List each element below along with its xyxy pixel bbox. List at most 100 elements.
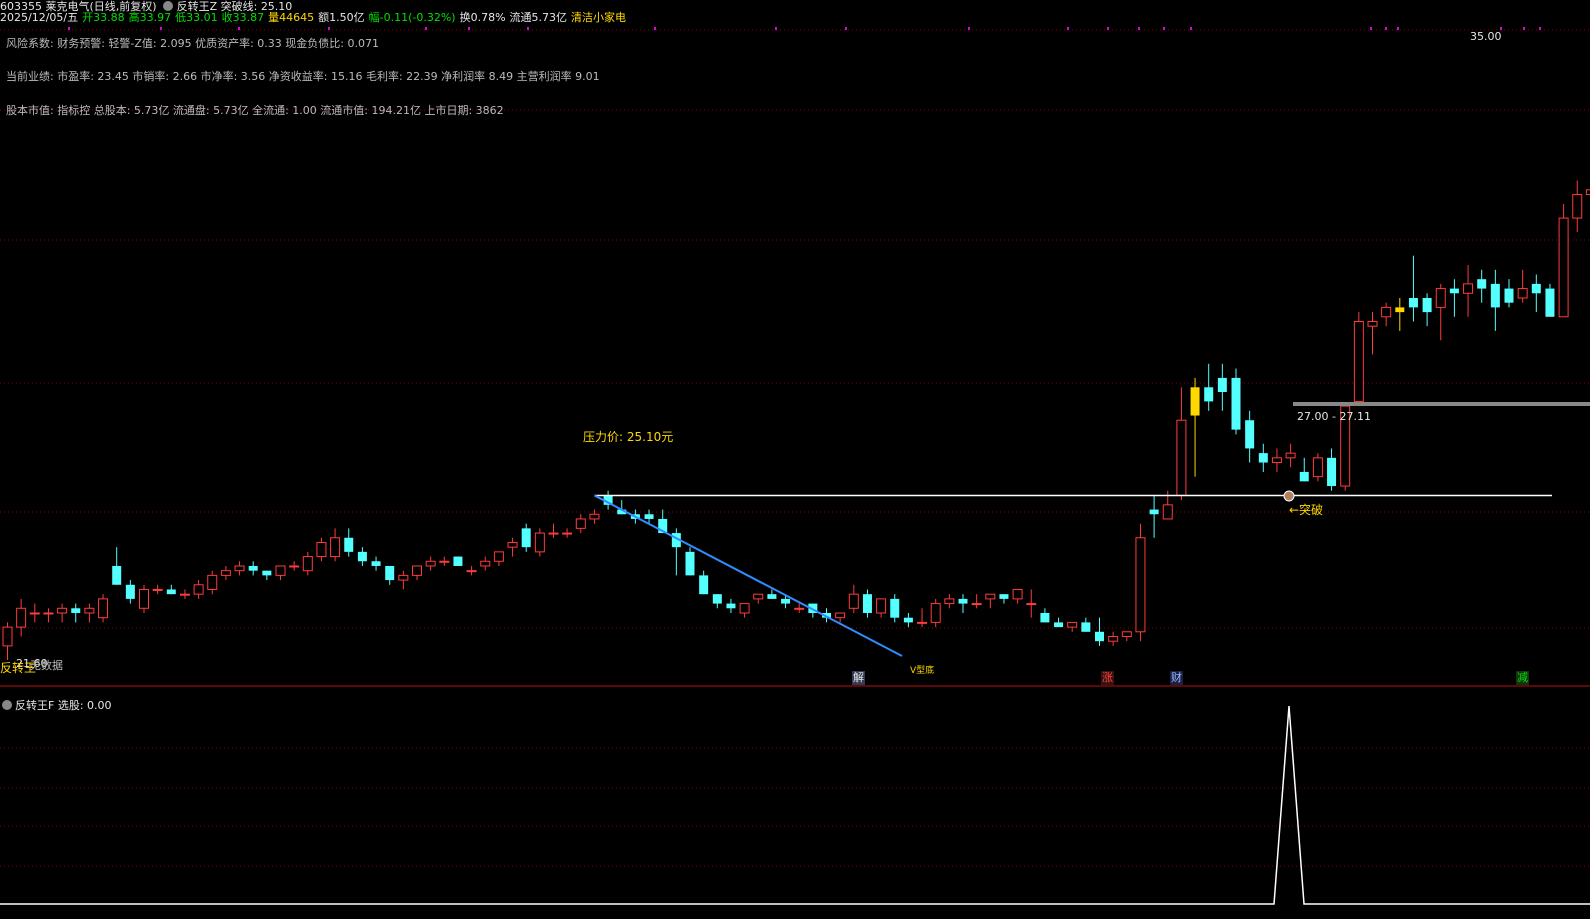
candle-body	[1081, 622, 1091, 632]
candle-body	[1271, 457, 1282, 464]
candle-body	[493, 551, 504, 562]
candle-body	[890, 598, 900, 618]
candle-body	[1312, 457, 1323, 478]
candle-body	[425, 560, 436, 567]
event-dot	[845, 27, 847, 30]
candle-body	[1545, 288, 1555, 317]
quote-float: 流通5.73亿	[509, 11, 568, 24]
candle-body	[876, 598, 887, 614]
strategy-label: 反转王	[0, 661, 37, 675]
candle-body	[480, 560, 491, 567]
candle-body	[971, 603, 982, 606]
event-dot	[1138, 27, 1140, 30]
candle-body	[1258, 453, 1268, 463]
info-capital: 股本市值: 指标控 总股本: 5.73亿 流通盘: 5.73亿 全流通: 1.0…	[6, 104, 504, 117]
candle-body	[944, 598, 955, 605]
candle-body	[316, 541, 327, 558]
candle-body	[794, 607, 805, 610]
candle-body	[1408, 297, 1418, 308]
indicator-title: 反转王F	[15, 699, 55, 712]
event-dot	[1067, 27, 1069, 30]
breakout-range-label: 27.00 - 27.11	[1297, 410, 1371, 423]
candle-body	[57, 607, 68, 614]
event-dot	[527, 27, 529, 30]
candle-body	[999, 594, 1009, 599]
event-marker-jian[interactable]: 减	[1516, 671, 1529, 685]
candle-body	[1504, 288, 1514, 303]
indicator-dropdown-icon[interactable]	[162, 1, 173, 11]
event-dot	[1385, 27, 1387, 30]
candle-body	[398, 574, 409, 581]
quote-date: 2025/12/05/五	[0, 11, 79, 24]
quote-high: 高33.97	[128, 11, 172, 24]
candle-body	[1531, 283, 1541, 294]
candle-body	[1285, 452, 1296, 459]
candle-body	[1121, 631, 1132, 637]
candle-body	[179, 593, 190, 596]
event-dot	[1163, 27, 1165, 30]
candle-body	[917, 621, 928, 624]
trend-line	[593, 494, 903, 657]
candle-body	[1517, 288, 1528, 299]
event-dot	[968, 27, 970, 30]
candle-body	[1572, 194, 1583, 219]
candle-body	[357, 551, 367, 562]
candle-body	[262, 570, 272, 576]
candle-body	[644, 514, 654, 519]
candle-body	[220, 570, 231, 576]
v-bottom-label: V型底	[910, 666, 935, 676]
indicator-panel-header: 反转王F 选股: 0.00	[0, 697, 112, 713]
candle-body	[1395, 307, 1405, 313]
event-dot	[1397, 27, 1399, 30]
candle-body	[903, 617, 913, 623]
candle-body	[1190, 387, 1200, 416]
candle-body	[466, 570, 477, 573]
indicator-toggle-icon[interactable]	[2, 700, 12, 710]
breakout-point-icon	[1283, 490, 1295, 502]
candle-body	[29, 612, 40, 615]
candle-body	[1422, 297, 1432, 313]
candle-body	[739, 603, 750, 614]
quote-open: 开33.88	[82, 11, 125, 24]
candle-body	[1477, 279, 1487, 289]
candle-body	[534, 532, 545, 553]
candle-body	[1435, 288, 1446, 308]
event-dot	[1190, 27, 1192, 30]
chart-overlay	[593, 402, 1590, 657]
candle-body	[1231, 377, 1241, 430]
candle-body	[575, 518, 586, 529]
candle-body	[1353, 320, 1364, 402]
kline-chart[interactable]	[0, 0, 1590, 919]
candle-body	[289, 565, 300, 568]
chart-grid	[0, 27, 1590, 867]
candle-body	[985, 593, 996, 600]
indicator-panel-chart	[0, 705, 1590, 905]
event-dot	[68, 27, 70, 30]
candle-body	[371, 561, 381, 566]
event-dot	[468, 27, 470, 30]
event-marker-zhang[interactable]: 涨	[1101, 671, 1114, 685]
candle-body	[848, 593, 859, 609]
candle-body	[1149, 509, 1159, 515]
event-marker-cai[interactable]: 财	[1170, 671, 1183, 685]
candle-body	[234, 565, 245, 572]
event-dot	[238, 27, 240, 30]
quote-amount: 额1.50亿	[318, 11, 365, 24]
event-dot	[1107, 27, 1109, 30]
candle-body	[412, 565, 422, 576]
candle-body	[207, 574, 218, 590]
candle-body	[275, 565, 286, 576]
candle-body	[439, 560, 450, 563]
event-marker-jie[interactable]: 解	[852, 671, 865, 685]
candle-body	[1095, 631, 1104, 642]
candle-body	[1449, 288, 1459, 294]
event-dot	[328, 27, 330, 30]
candle-body	[507, 541, 518, 548]
candle-body	[1204, 387, 1214, 402]
candle-body	[1367, 320, 1378, 327]
quote-volume: 量44645	[268, 11, 315, 24]
candle-body	[1026, 603, 1037, 606]
event-dot	[1370, 27, 1372, 30]
quote-change: 幅-0.11(-0.32%)	[368, 11, 456, 24]
candle-body	[1162, 504, 1173, 520]
